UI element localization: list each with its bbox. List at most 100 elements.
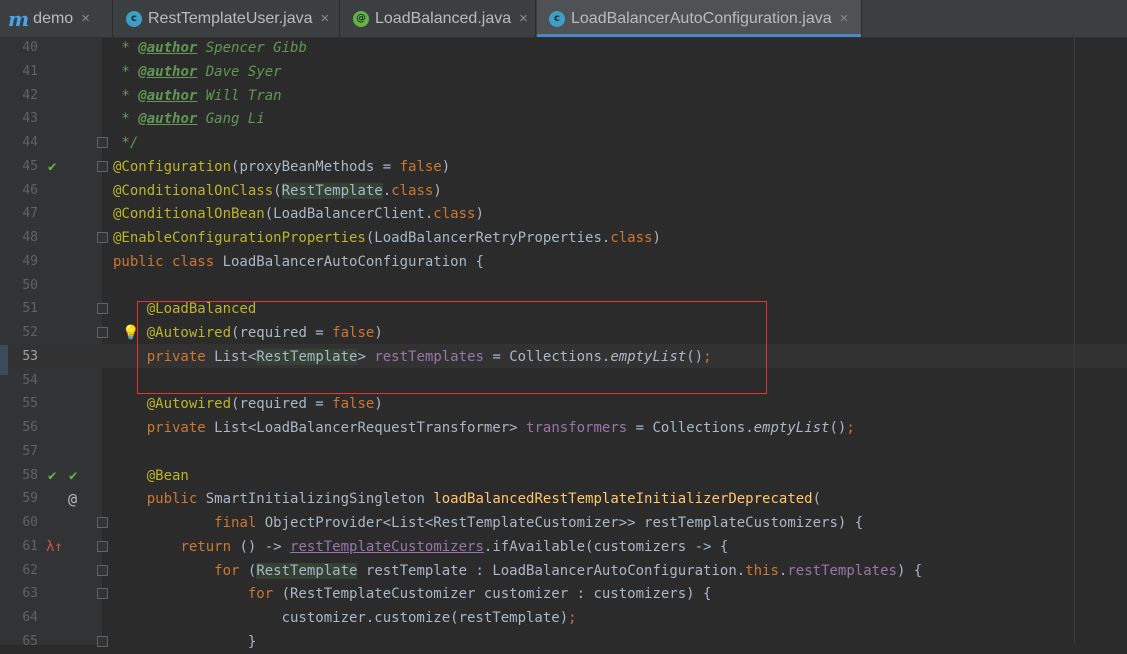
close-icon[interactable]: × [321, 10, 330, 27]
line-number: 42 [22, 88, 38, 103]
code-line: 45 ✔ @Configuration(proxyBeanMethods = f… [0, 155, 1127, 179]
fold-marker-icon[interactable] [97, 161, 108, 172]
code-text: * @author Will Tran [113, 88, 282, 104]
line-number: 40 [22, 40, 38, 55]
code-line: 47 @ConditionalOnBean(LoadBalancerClient… [0, 202, 1127, 226]
code-line: 42 * @author Will Tran [0, 84, 1127, 108]
code-line: 62 for (RestTemplate restTemplate : Load… [0, 559, 1127, 583]
tab-label: demo [33, 9, 74, 27]
tab-label: RestTemplateUser.java [148, 9, 313, 27]
code-text: * @author Spencer Gibb [113, 40, 307, 56]
fold-marker-icon[interactable] [97, 303, 108, 314]
line-number: 46 [22, 183, 38, 198]
code-line: 46 @ConditionalOnClass(RestTemplate.clas… [0, 179, 1127, 203]
code-text: for (RestTemplate restTemplate : LoadBal… [214, 563, 923, 579]
code-line: 63 for (RestTemplateCustomizer customize… [0, 582, 1127, 606]
code-text: customizer.customize(restTemplate); [113, 610, 577, 626]
code-text: public class LoadBalancerAutoConfigurati… [113, 254, 484, 270]
code-text: public SmartInitializingSingleton loadBa… [146, 491, 822, 507]
line-number: 49 [22, 254, 38, 269]
code-line: 50 [0, 274, 1127, 298]
line-number: 52 [22, 325, 38, 340]
fold-marker-icon[interactable] [97, 541, 108, 552]
line-number: 57 [22, 444, 38, 459]
fold-marker-icon[interactable] [97, 565, 108, 576]
maven-module-icon: m [8, 6, 30, 31]
line-number: 53 [22, 349, 38, 364]
highlight-annotation-box [137, 301, 767, 394]
tab-demo[interactable]: m demo × [0, 0, 113, 37]
line-number: 56 [22, 420, 38, 435]
line-number: 59 [22, 491, 38, 506]
fold-marker-icon[interactable] [97, 232, 108, 243]
line-number: 43 [22, 111, 38, 126]
code-line: 65 } [0, 630, 1127, 654]
code-line: 64 customizer.customize(restTemplate); [0, 606, 1127, 630]
line-number: 47 [22, 206, 38, 221]
code-line: 57 [0, 440, 1127, 464]
tab-label: LoadBalanced.java [375, 9, 512, 27]
code-line: 59 @ public SmartInitializingSingleton l… [0, 487, 1127, 511]
line-number: 44 [22, 135, 38, 150]
fold-marker-icon[interactable] [97, 327, 108, 338]
code-line: 40 * @author Spencer Gibb [0, 36, 1127, 60]
close-icon[interactable]: × [519, 10, 528, 27]
code-text: } [113, 634, 257, 650]
code-text: @EnableConfigurationProperties(LoadBalan… [113, 230, 661, 246]
fold-marker-icon[interactable] [97, 636, 108, 647]
code-line: 43 * @author Gang Li [0, 107, 1127, 131]
line-number: 48 [22, 230, 38, 245]
tab-resttemplateuser[interactable]: c RestTemplateUser.java × [114, 0, 340, 37]
code-line: 60 final ObjectProvider<List<RestTemplat… [0, 511, 1127, 535]
line-number: 61 [22, 539, 38, 554]
close-icon[interactable]: × [81, 10, 90, 27]
fold-marker-icon[interactable] [97, 588, 108, 599]
code-text: @ConditionalOnBean(LoadBalancerClient.cl… [113, 206, 484, 222]
line-number: 51 [22, 301, 38, 316]
code-text: @Bean [146, 468, 189, 484]
spring-bean-icon[interactable]: ✔ [48, 467, 56, 485]
tab-loadbalancerautoconfiguration[interactable]: c LoadBalancerAutoConfiguration.java × [537, 0, 862, 37]
tab-loadbalanced[interactable]: @ LoadBalanced.java × [341, 0, 536, 37]
code-text: return () -> restTemplateCustomizers.ifA… [180, 539, 729, 555]
code-text: private List<LoadBalancerRequestTransfor… [146, 420, 855, 436]
close-icon[interactable]: × [840, 10, 849, 27]
line-number: 41 [22, 64, 38, 79]
line-number: 58 [22, 468, 38, 483]
code-text: final ObjectProvider<List<RestTemplateCu… [214, 515, 864, 531]
code-line: 44 */ [0, 131, 1127, 155]
annotation-icon: @ [353, 10, 369, 27]
code-text: */ [113, 135, 139, 151]
code-text: * @author Dave Syer [113, 64, 282, 80]
autowired-dependencies-icon[interactable]: @ [68, 490, 77, 508]
line-number: 54 [22, 373, 38, 388]
spring-bean-icon[interactable]: ✔ [69, 467, 77, 485]
code-line: 56 private List<LoadBalancerRequestTrans… [0, 416, 1127, 440]
line-number: 64 [22, 610, 38, 625]
fold-marker-icon[interactable] [97, 517, 108, 528]
lambda-override-icon[interactable]: λ↑ [46, 538, 63, 556]
code-line: 58 ✔ ✔ @Bean [0, 464, 1127, 488]
line-number: 63 [22, 586, 38, 601]
code-text: @Configuration(proxyBeanMethods = false) [113, 159, 451, 175]
line-number: 62 [22, 563, 38, 578]
code-text: for (RestTemplateCustomizer customizer :… [247, 586, 712, 602]
spring-bean-icon[interactable]: ✔ [48, 158, 56, 176]
class-icon: c [549, 10, 565, 27]
line-number: 60 [22, 515, 38, 530]
code-line: 49 public class LoadBalancerAutoConfigur… [0, 250, 1127, 274]
line-number: 65 [22, 634, 38, 649]
fold-marker-icon[interactable] [97, 137, 108, 148]
code-text: @Autowired(required = false) [146, 396, 383, 412]
code-line: 48 @EnableConfigurationProperties(LoadBa… [0, 226, 1127, 250]
code-line: 55 @Autowired(required = false) [0, 392, 1127, 416]
line-number: 45 [22, 159, 38, 174]
editor-tab-bar: m demo × c RestTemplateUser.java × @ Loa… [0, 0, 1127, 38]
tab-label: LoadBalancerAutoConfiguration.java [571, 9, 832, 27]
class-icon: c [126, 10, 142, 27]
code-text: * @author Gang Li [113, 111, 265, 127]
code-line: 61 λ↑ return () -> restTemplateCustomize… [0, 535, 1127, 559]
line-number: 50 [22, 278, 38, 293]
line-number: 55 [22, 396, 38, 411]
code-text: @ConditionalOnClass(RestTemplate.class) [113, 183, 442, 199]
